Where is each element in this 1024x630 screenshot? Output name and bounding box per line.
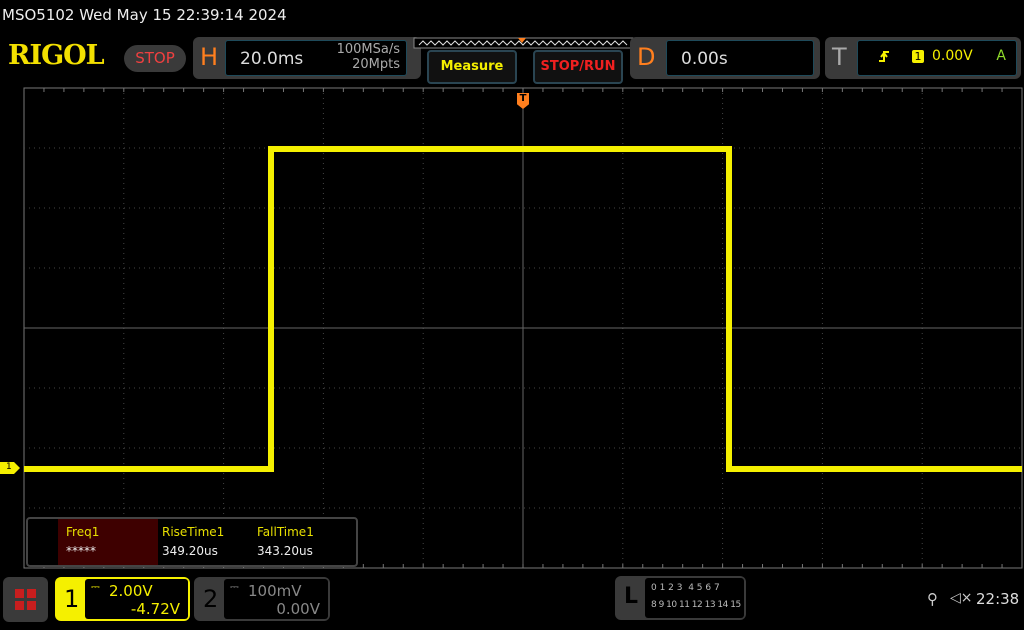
measurement-panel: Freq1 ***** RiseTime1 349.20us FallTime1… [26,517,358,567]
measurement-value: 343.20us [257,544,313,558]
logic-channels-row2: 8 9 10 11 12 13 14 15 [651,600,741,610]
trigger-mode: A [996,48,1006,64]
trigger-panel[interactable]: T 1 0.00V A [825,37,1021,79]
grid-menu-icon [15,589,36,610]
run-state-badge[interactable]: STOP [124,45,186,72]
timebase: 20.0ms [240,49,304,69]
usb-icon: ⚲ [927,590,938,608]
logic-letter: L [624,584,639,609]
delay-panel[interactable]: D 0.00s [630,37,820,79]
clock: 22:38 [976,590,1020,608]
stop-run-button[interactable]: STOP/RUN [533,50,623,84]
measurement-label: RiseTime1 [162,525,225,539]
channel-offset: -4.72V [130,600,180,618]
logic-channels-row1: 0 1 2 3 4 5 6 7 [651,583,720,593]
sample-rate: 100MSa/s [336,42,400,57]
trigger-source-badge: 1 [912,50,924,63]
delay-value: 0.00s [681,49,728,69]
logic-panel[interactable]: L 0 1 2 3 4 5 6 7 8 9 10 11 12 13 14 15 [615,576,746,620]
measurement-value: 349.20us [162,544,218,558]
menu-button[interactable] [3,577,48,622]
horizontal-letter: H [200,43,219,71]
title-bar: MSO5102 Wed May 15 22:39:14 2024 [2,6,287,24]
mute-icon[interactable]: ◁× [950,590,973,606]
channel2-panel[interactable]: 2 ⎓ 100mV 0.00V [194,577,330,621]
memory-depth: 20Mpts [352,57,400,72]
waveform-display[interactable] [0,86,1024,570]
dc-coupling-icon: ⎓ [91,580,100,593]
measurement-freq1[interactable]: Freq1 ***** [58,519,158,565]
channel-scale: 2.00V [109,582,153,600]
channel-offset: 0.00V [276,600,320,618]
trigger-level: 0.00V [932,48,973,64]
memory-position-bar[interactable] [413,37,635,49]
measure-button[interactable]: Measure [427,50,517,84]
dc-coupling-icon: ⎓ [230,580,239,593]
measurement-label: Freq1 [66,525,100,539]
rising-edge-icon [879,51,889,62]
channel-number: 2 [203,585,219,613]
measurement-risetime1[interactable]: RiseTime1 349.20us [154,519,254,565]
measurement-falltime1[interactable]: FallTime1 343.20us [249,519,349,565]
rigol-logo: RIGOL [8,40,105,71]
channel-number: 1 [64,585,80,613]
measurement-label: FallTime1 [257,525,314,539]
delay-letter: D [637,43,656,71]
channel-scale: 100mV [248,582,302,600]
horizontal-panel[interactable]: H 20.0ms 100MSa/s 20Mpts [193,37,421,79]
channel1-panel[interactable]: 1 ⎓ 2.00V -4.72V [55,577,190,621]
measurement-value: ***** [66,544,96,558]
trigger-letter: T [832,43,847,71]
